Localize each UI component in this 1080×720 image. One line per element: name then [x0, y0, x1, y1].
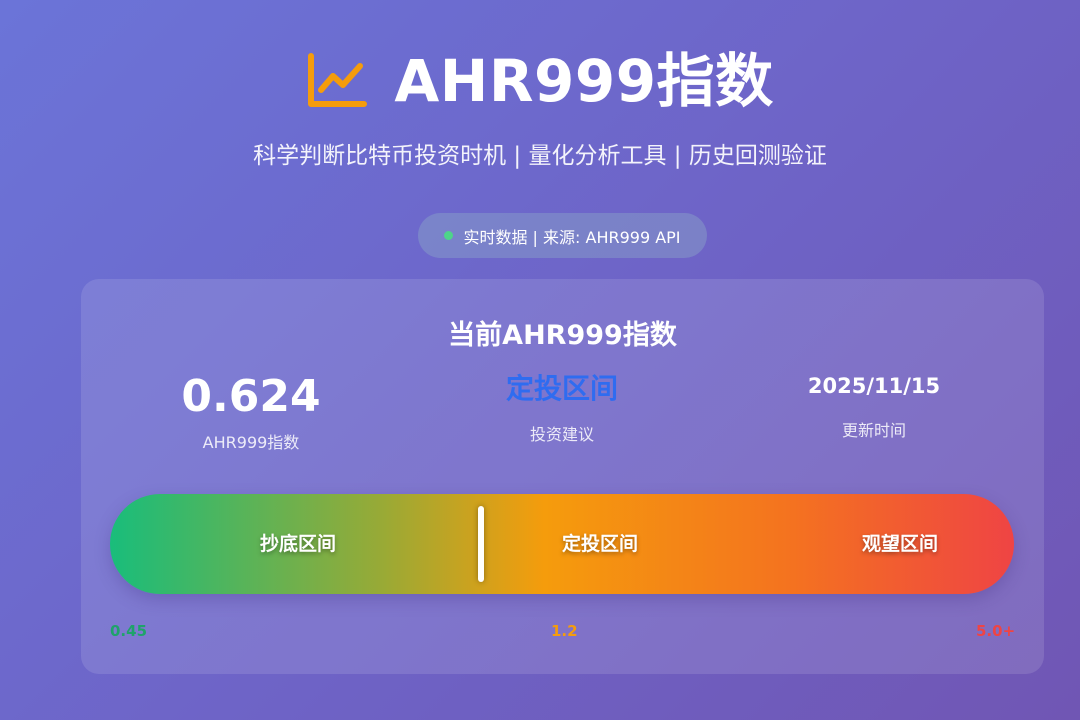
index-card: 当前AHR999指数 0.624 AHR999指数 定投区间 投资建议 2025… [81, 279, 1044, 674]
zone-label-dca: 定投区间 [562, 533, 639, 555]
page-title: AHR999指数 [394, 47, 774, 115]
zone-label-buy: 抄底区间 [260, 533, 337, 555]
zone-label-watch: 观望区间 [862, 533, 939, 555]
page-header: AHR999指数 [0, 52, 1080, 110]
advice-label: 投资建议 [529, 425, 594, 444]
index-value: 0.624 [181, 371, 321, 422]
scale-min-label: 0.45 [110, 622, 148, 640]
status-dot-icon [444, 231, 454, 240]
index-gauge-bar: 抄底区间 定投区间 观望区间 [110, 494, 1014, 594]
advice-stat: 定投区间 投资建议 [412, 371, 712, 445]
current-index-stat: 0.624 AHR999指数 [101, 371, 401, 453]
chart-line-icon [308, 53, 368, 107]
page-subtitle: 科学判断比特币投资时机 | 量化分析工具 | 历史回测验证 [253, 143, 827, 169]
data-source-text: 实时数据 | 来源: AHR999 API [463, 227, 681, 247]
index-label: AHR999指数 [202, 433, 300, 452]
update-date-value: 2025/11/15 [807, 374, 941, 398]
current-value-marker [478, 506, 484, 582]
card-title: 当前AHR999指数 [448, 320, 677, 351]
update-time-stat: 2025/11/15 更新时间 [724, 371, 1024, 441]
scale-mid-label: 1.2 [551, 622, 578, 640]
advice-value: 定投区间 [505, 372, 618, 405]
update-date-label: 更新时间 [841, 421, 906, 440]
data-source-badge: 实时数据 | 来源: AHR999 API [418, 213, 707, 258]
scale-max-label: 5.0+ [976, 622, 1016, 640]
